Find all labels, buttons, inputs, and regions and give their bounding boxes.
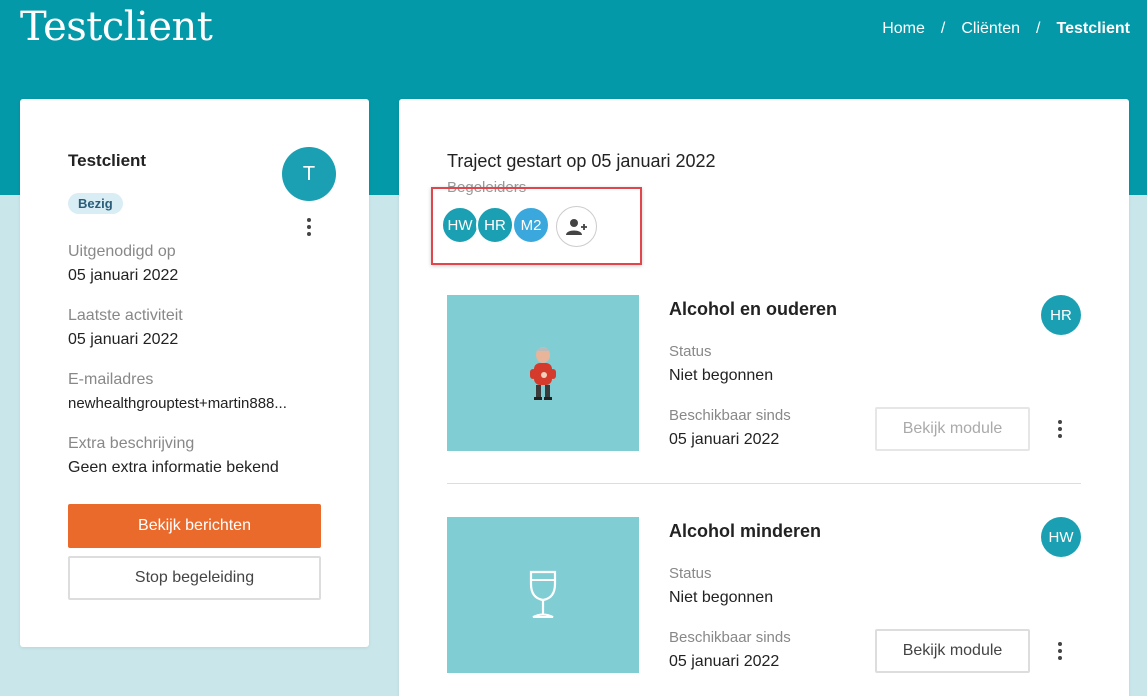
module-status-label: Status [669, 343, 712, 360]
breadcrumb-clients[interactable]: Cliënten [961, 20, 1020, 38]
module-status-label: Status [669, 565, 712, 582]
module-more-options-icon[interactable] [1050, 638, 1070, 664]
module-title: Alcohol minderen [669, 521, 822, 541]
module-thumbnail[interactable] [447, 517, 639, 673]
invited-value: 05 januari 2022 [68, 267, 179, 284]
highlight-box [431, 187, 642, 265]
client-card: Testclient T Bezig Uitgenodigd op 05 jan… [20, 99, 369, 647]
status-badge: Bezig [68, 193, 123, 214]
breadcrumb: Home / Cliënten / Testclient [882, 20, 1130, 38]
description-value: Geen extra informatie bekend [68, 459, 279, 476]
module-available-label: Beschikbaar sinds [669, 407, 791, 424]
module-more-options-icon[interactable] [1050, 416, 1070, 442]
module-item: Alcohol minderen HW Status Niet begonnen… [447, 517, 1081, 677]
breadcrumb-current: Testclient [1056, 20, 1131, 37]
elderly-man-illustration [530, 347, 556, 400]
last-activity-label: Laatste activiteit [68, 307, 183, 324]
module-available-label: Beschikbaar sinds [669, 629, 791, 646]
view-module-button[interactable]: Bekijk module [875, 629, 1030, 673]
wine-glass-icon [529, 570, 557, 618]
module-status-value: Niet begonnen [669, 589, 774, 606]
module-item: Alcohol en ouderen HR Status Niet begonn… [447, 295, 1081, 455]
description-label: Extra beschrijving [68, 435, 195, 452]
breadcrumb-home[interactable]: Home [882, 20, 925, 38]
invited-label: Uitgenodigd op [68, 243, 176, 260]
client-avatar: T [282, 147, 336, 201]
client-name: Testclient [68, 151, 147, 170]
module-available-value: 05 januari 2022 [669, 653, 780, 670]
module-assignee-avatar: HR [1041, 295, 1081, 335]
module-title: Alcohol en ouderen [669, 299, 838, 319]
view-messages-button[interactable]: Bekijk berichten [68, 504, 321, 548]
email-label: E-mailadres [68, 371, 154, 388]
page-title: Testclient [20, 4, 213, 50]
traject-card: Traject gestart op 05 januari 2022 Begel… [399, 99, 1129, 696]
module-assignee-avatar: HW [1041, 517, 1081, 557]
view-module-button[interactable]: Bekijk module [875, 407, 1030, 451]
client-more-options-icon[interactable] [299, 214, 319, 240]
email-value: newhealthgrouptest+martin888... [68, 395, 287, 412]
module-thumbnail[interactable] [447, 295, 639, 451]
breadcrumb-separator: / [1036, 20, 1041, 37]
module-divider [447, 483, 1081, 484]
module-available-value: 05 januari 2022 [669, 431, 780, 448]
stop-guidance-button[interactable]: Stop begeleiding [68, 556, 321, 600]
module-status-value: Niet begonnen [669, 367, 774, 384]
breadcrumb-separator: / [940, 20, 946, 37]
traject-title: Traject gestart op 05 januari 2022 [447, 151, 716, 171]
last-activity-value: 05 januari 2022 [68, 331, 179, 348]
